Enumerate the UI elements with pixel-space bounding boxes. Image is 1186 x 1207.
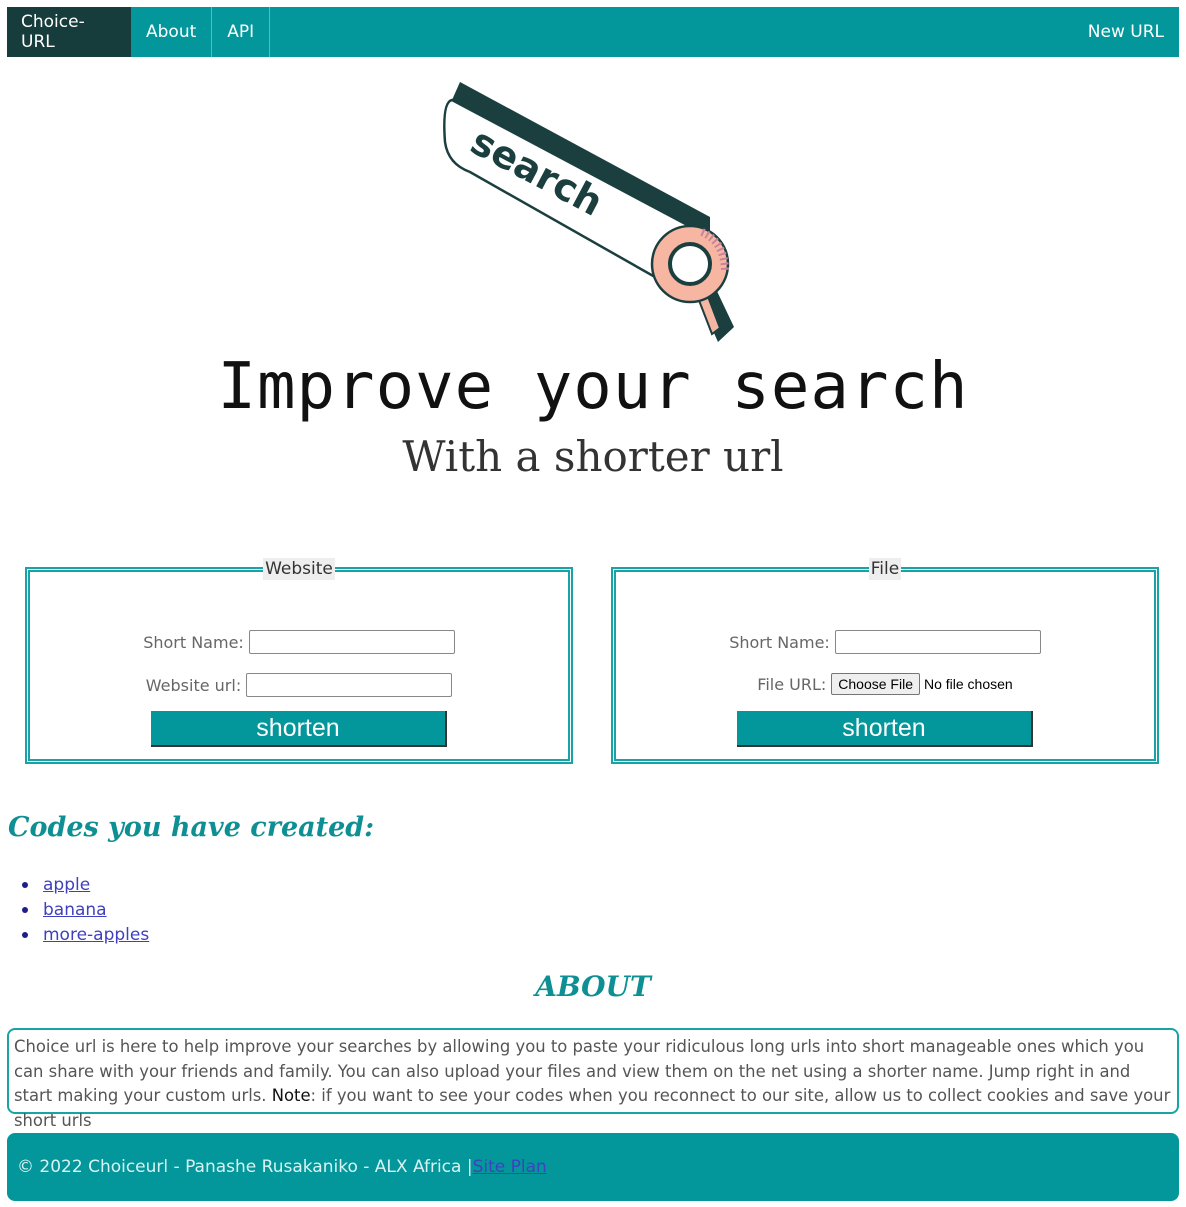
codes-list: apple banana more-apples [22,872,149,947]
file-form-legend: File [868,558,902,580]
about-title: ABOUT [535,970,651,1003]
about-text: Choice url is here to help improve your … [7,1028,1179,1130]
file-shorten-button[interactable]: shorten [737,711,1033,747]
choose-file-button[interactable]: Choose File [831,673,920,695]
hero-title: Improve your search [217,350,969,424]
list-item: apple [22,872,149,897]
website-short-name-label: Short Name: [143,632,244,652]
file-url-label: File URL: [757,674,827,694]
bullet-icon [22,906,28,913]
about-note-label: Note [271,1086,311,1105]
footer: © 2022 Choiceurl - Panashe Rusakaniko - … [7,1133,1179,1201]
list-item: banana [22,897,149,922]
list-item: more-apples [22,922,149,947]
nav-item-about[interactable]: About [131,7,213,57]
codes-title: Codes you have created: [8,812,375,843]
bullet-icon [22,881,28,888]
file-short-name-label: Short Name: [729,632,830,652]
website-form-legend: Website [263,558,335,580]
website-short-name-row: Short Name: [30,630,568,654]
no-file-chosen-text: No file chosen [923,676,1013,692]
website-url-label: Website url: [145,675,242,695]
file-short-name-input[interactable] [834,630,1041,654]
nav-new-url-link[interactable]: New URL [1088,7,1179,57]
footer-site-plan-link[interactable]: Site Plan [473,1157,547,1177]
nav-brand-link[interactable]: Choice-URL [7,7,131,57]
navbar: Choice-URL About API New URL [7,7,1179,57]
code-link-apple[interactable]: apple [43,875,90,895]
footer-copyright: © 2022 Choiceurl - Panashe Rusakaniko - … [17,1157,473,1177]
website-shorten-button[interactable]: shorten [151,711,447,747]
website-short-name-input[interactable] [248,630,455,654]
search-bar-illustration: search [443,82,734,342]
nav-item-api[interactable]: API [212,7,271,57]
website-form: Website Short Name: Website url: shorten [25,558,573,764]
file-short-name-row: Short Name: [616,630,1154,654]
bullet-icon [22,931,28,938]
hero-subtitle: With a shorter url [402,432,784,481]
code-link-banana[interactable]: banana [43,900,107,920]
website-url-row: Website url: [30,673,568,697]
code-link-more-apples[interactable]: more-apples [43,925,149,945]
file-url-row: File URL: Choose File No file chosen [616,673,1154,695]
website-url-input[interactable] [246,673,453,697]
file-form: File Short Name: File URL: Choose File N… [611,558,1159,764]
